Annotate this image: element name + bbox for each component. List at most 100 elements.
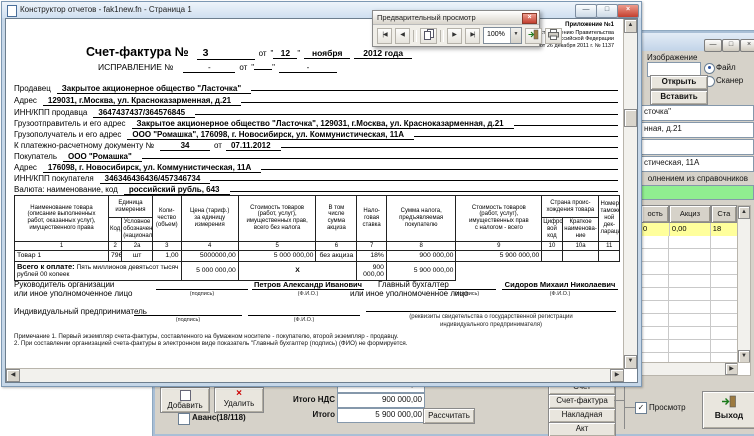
signature-line (156, 289, 248, 290)
preview-checkbox-label[interactable]: Просмотр (649, 403, 686, 412)
act-button[interactable]: Акт (548, 422, 616, 436)
field-label: Адрес (14, 96, 37, 105)
from-label: от (239, 63, 247, 72)
col-header-cost-with-tax: Стоимость товаров (работ, услуг), имущес… (456, 196, 542, 242)
invoice-factura-button[interactable]: Счет-фактура (548, 394, 616, 409)
empty-field[interactable] (641, 139, 754, 155)
radio-file[interactable] (704, 63, 715, 74)
director-name: Петров Александр Иванович (252, 280, 364, 290)
buyer-address-field[interactable]: стическая, 11А (641, 156, 754, 172)
director-label2: или иное уполномоченное лицо (14, 289, 132, 298)
total-field[interactable]: 5 900 000,00 (337, 408, 425, 423)
advance-checkbox-label[interactable]: Аванс(18/118) (192, 413, 246, 422)
designer-titlebar[interactable]: Конструктор отчетов - fak1new.fn - Стран… (2, 2, 641, 18)
app-minimize-button[interactable]: — (704, 39, 722, 52)
grid-col-cost[interactable]: ость (641, 205, 669, 223)
col-header-cost-wo-tax: Стоимость товаров (работ, услуг), имущес… (238, 196, 316, 242)
field-value2: 07.11.2012 (226, 141, 281, 151)
insert-button[interactable]: Вставить (650, 90, 708, 105)
grid-empty-rows[interactable] (641, 236, 737, 362)
col-header-qty: Коли- чество (объем) (152, 196, 181, 242)
col-header-declaration: Номер таможен- ной дек- ларации (599, 196, 620, 242)
radio-file-label[interactable]: Файл (716, 63, 736, 72)
app-maximize-button[interactable]: □ (722, 39, 740, 52)
field-label: Грузополучатель и его адрес (14, 130, 121, 139)
preview-titlebar[interactable]: Предварительный просмотр (373, 11, 539, 25)
exit-button[interactable]: Выход (702, 391, 754, 429)
cell-cost-with-tax: 5 900 000,00 (456, 250, 542, 261)
zoom-value: 100% (484, 28, 510, 43)
close-preview-exit-icon[interactable] (525, 28, 542, 44)
add-page-icon (180, 390, 191, 401)
scroll-left-icon[interactable]: ◀ (6, 369, 20, 382)
prev-page-button[interactable]: ◀ (395, 28, 410, 44)
seller-name-field[interactable]: сточка" (641, 105, 754, 121)
field-value: ООО "Ромашка", 176098, г. Новосибирск, у… (127, 130, 414, 140)
open-button[interactable]: Открыть (650, 75, 708, 90)
delete-button[interactable]: × Удалить (214, 387, 264, 413)
entrepreneur-label: Индивидуальный предприниматель (14, 307, 147, 316)
designer-minimize-button[interactable]: — (575, 4, 597, 18)
grid-vscrollbar[interactable]: ▲ ▼ (737, 205, 751, 364)
grid-scroll-up-icon[interactable]: ▲ (738, 206, 750, 219)
total-cost-wo-tax: 5 000 000,00 (181, 261, 238, 280)
advance-checkbox[interactable] (178, 413, 190, 425)
highlighted-field[interactable] (641, 185, 754, 200)
last-page-button[interactable]: ▶| (465, 28, 480, 44)
accountant-name: Сидоров Михаил Николаевич (502, 280, 618, 290)
preview-checkbox[interactable]: ✓ (635, 402, 647, 414)
designer-close-button[interactable]: × (617, 4, 639, 18)
field-label: ИНН/КПП продавца (14, 108, 87, 117)
delete-x-icon: × (215, 388, 263, 399)
designer-title: Конструктор отчетов - fak1new.fn - Стран… (20, 2, 192, 18)
app-close-button[interactable]: × (740, 39, 754, 52)
field-value: российский рубль, 643 (124, 185, 230, 195)
cell-rate: 18% (357, 250, 387, 261)
scroll-up-icon[interactable]: ▲ (624, 19, 637, 33)
total-vat-field[interactable]: 900 000,00 (337, 393, 425, 408)
total-cost-with-tax: 5 900 000,00 (386, 261, 455, 280)
seller-address-field[interactable]: нная, д.21 (641, 122, 754, 138)
pages-icon[interactable] (420, 28, 437, 44)
add-button[interactable]: Добавить (160, 387, 210, 413)
designer-maximize-button[interactable]: □ (596, 4, 618, 18)
cell-country-name (562, 250, 599, 261)
report-designer-window: Конструктор отчетов - fak1new.fn - Стран… (1, 1, 642, 387)
footnote-line: Примечание 1. Первый экземпляр счета-фак… (14, 333, 398, 340)
toolbar-separator (413, 30, 417, 42)
signature-hint: (подпись) (432, 291, 502, 297)
quote: " (297, 49, 300, 58)
print-icon[interactable] (545, 28, 562, 44)
scroll-right-icon[interactable]: ▶ (610, 369, 624, 382)
calculate-button[interactable]: Рассчитать (423, 408, 475, 424)
designer-hscrollbar[interactable]: ◀ ▶ (6, 368, 624, 382)
scroll-down-icon[interactable]: ▼ (624, 355, 637, 369)
grid-col-rate[interactable]: Ста (711, 205, 737, 223)
cell-unit: шт (122, 250, 153, 261)
grid-hscrollbar[interactable]: ▶ (641, 362, 739, 376)
preview-toolbar-window: Предварительный просмотр × |◀ ◀ ▶ ▶| 100… (372, 10, 540, 47)
designer-vscrollbar[interactable]: ▲ ▼ (623, 19, 637, 369)
preview-close-button[interactable]: × (522, 13, 537, 24)
field-row: Грузополучатель и его адрес ООО "Ромашка"… (14, 130, 618, 140)
field-underline (514, 125, 618, 126)
field-row: Адрес176098, г. Новосибирск, ул. Коммуни… (14, 163, 618, 173)
field-value: Закрытое акционерное общество "Ласточка"… (132, 119, 514, 129)
zoom-combobox[interactable]: 100% ▼ (483, 27, 522, 44)
grid-col-excise[interactable]: Акциз (669, 205, 710, 223)
waybill-button[interactable]: Накладная (548, 408, 616, 423)
chevron-down-icon[interactable]: ▼ (510, 28, 521, 43)
fio-hint: (Ф.И.О.) (252, 291, 364, 297)
field-label: Валюта: наименование, код (14, 185, 118, 194)
next-page-button[interactable]: ▶ (447, 28, 462, 44)
grid-selected-row[interactable]: 0 0,00 18 (641, 223, 737, 237)
col-num: 1 (15, 241, 109, 250)
field-underline (210, 180, 618, 181)
field-underline (261, 169, 618, 170)
first-page-button[interactable]: |◀ (377, 28, 392, 44)
col-header-price: Цена (тариф.) за единицу измерения (181, 196, 238, 242)
radio-scanner-label[interactable]: Сканер (716, 76, 743, 85)
col-header-unit-symbol: Условное обозначение (национальное) (122, 218, 153, 242)
vscroll-thumb[interactable] (624, 109, 637, 127)
field-row: ПродавецЗакрытое акционерное общество "Л… (14, 84, 618, 94)
